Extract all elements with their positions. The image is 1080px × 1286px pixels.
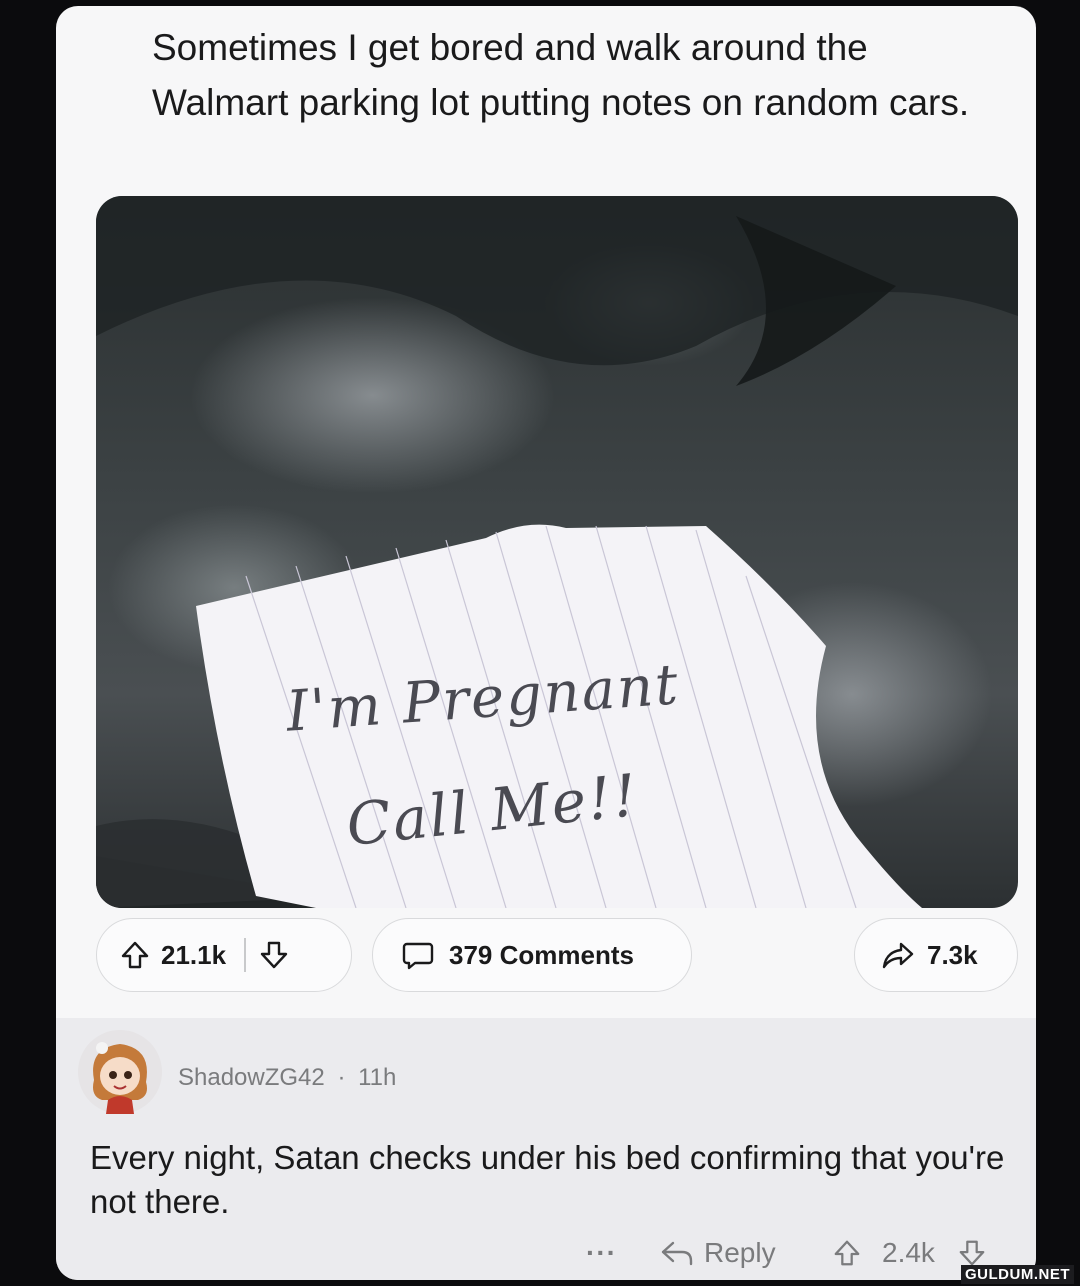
comment-meta: ShadowZG42 · 11h (178, 1064, 396, 1092)
post-upvote-count: 21.1k (161, 939, 227, 970)
comment-time: 11h (358, 1064, 397, 1091)
share-button[interactable]: 7.3k (854, 918, 1018, 992)
vote-control: 21.1k (96, 918, 352, 992)
watermark: GULDUM.NET (961, 1265, 1074, 1284)
reply-icon (660, 1239, 694, 1267)
post-title[interactable]: Sometimes I get bored and walk around th… (152, 20, 972, 130)
upvote-icon[interactable] (119, 939, 151, 971)
upvote-icon[interactable] (832, 1238, 862, 1268)
downvote-icon[interactable] (258, 939, 290, 971)
post-image[interactable]: I'm Pregnant Call Me!! (96, 196, 1018, 908)
comment-username[interactable]: ShadowZG42 (178, 1064, 325, 1091)
comment: ShadowZG42 · 11h Every night, Satan chec… (56, 1018, 1036, 1280)
comment-icon (401, 938, 435, 972)
more-options-button[interactable]: ··· (586, 1230, 617, 1276)
vote-divider (244, 938, 246, 972)
comments-label: 379 Comments (449, 939, 634, 970)
reply-button[interactable]: Reply (660, 1230, 776, 1276)
comment-body: Every night, Satan checks under his bed … (90, 1139, 1005, 1220)
avatar[interactable] (78, 1030, 162, 1114)
post-card: Sometimes I get bored and walk around th… (56, 6, 1036, 1280)
comments-button[interactable]: 379 Comments (372, 918, 692, 992)
downvote-icon[interactable] (957, 1238, 987, 1268)
reply-label: Reply (704, 1237, 776, 1268)
meta-separator: · (337, 1064, 346, 1091)
share-count: 7.3k (927, 939, 978, 970)
comment-actions: ··· Reply 2.4k (56, 1230, 1036, 1276)
comment-upvote-count: 2.4k (882, 1237, 935, 1268)
share-icon (881, 940, 915, 970)
more-icon: ··· (586, 1237, 617, 1268)
